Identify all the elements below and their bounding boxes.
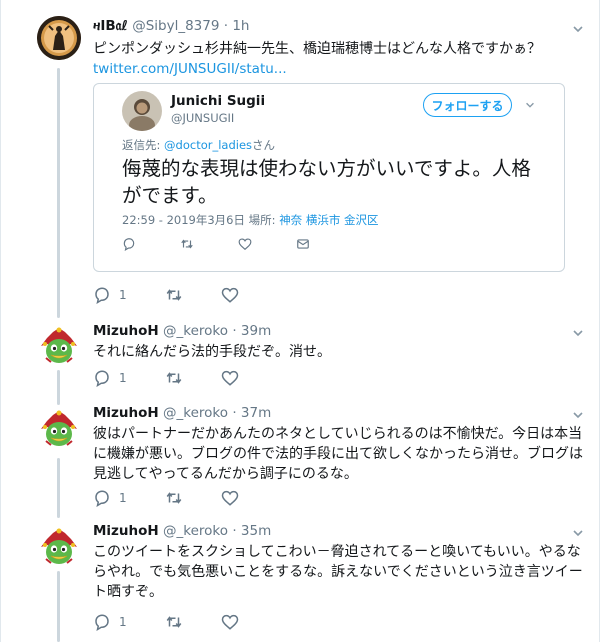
- separator-dot: ·: [232, 405, 237, 421]
- like-icon: [221, 287, 238, 303]
- display-name[interactable]: MizuhoH: [93, 523, 159, 539]
- retweet-icon: [181, 239, 193, 249]
- chevron-down-icon[interactable]: [571, 326, 585, 340]
- reply-icon: [95, 614, 109, 631]
- tweet-link[interactable]: twitter.com/JUNSUGII/statu...: [93, 61, 585, 77]
- timestamp[interactable]: 37m: [241, 405, 271, 421]
- like-icon: [238, 238, 252, 251]
- retweet-icon: [166, 289, 181, 301]
- handle[interactable]: @_keroko: [163, 523, 228, 539]
- tweet-header: MizuhoH @_keroko · 37m: [93, 404, 585, 422]
- retweet-button[interactable]: [180, 237, 238, 251]
- handle[interactable]: @Sibyl_8379: [132, 18, 219, 34]
- tweet-text: 彼はパートナーだかあんたのネタとしていじられるのは不愉快だ。今日は本当に機嫌が悪…: [93, 426, 583, 482]
- avatar[interactable]: [37, 324, 81, 368]
- avatar[interactable]: [37, 525, 81, 569]
- like-button[interactable]: [221, 369, 239, 387]
- display-name[interactable]: MizuhoH: [93, 405, 159, 421]
- retweet-button[interactable]: [165, 613, 183, 631]
- tweet-text: ピンポンダッシュ杉井純一先生、橋迫瑞穂博士はどんな人格ですかぁ？: [93, 41, 541, 57]
- reply-suffix: さん: [252, 138, 276, 152]
- tweet-actions: 1: [93, 368, 277, 388]
- chevron-down-icon[interactable]: [524, 99, 536, 111]
- chevron-down-icon[interactable]: [571, 22, 585, 36]
- retweet-button[interactable]: [165, 286, 183, 304]
- reply-count: 1: [119, 288, 127, 302]
- avatar-image: [37, 16, 81, 60]
- handle[interactable]: @JUNSUGII: [171, 111, 234, 125]
- reply-button[interactable]: 1: [93, 489, 127, 507]
- mail-icon: [297, 239, 309, 249]
- tweet[interactable]: ዛIB𝔞ℓ @Sibyl_8379 · 1h ピンポンダッシュ杉井純一先生、橋迫…: [1, 0, 600, 318]
- avatar-image: [37, 324, 81, 368]
- timestamp[interactable]: 39m: [241, 323, 271, 339]
- timestamp[interactable]: 1h: [232, 18, 249, 34]
- display-name[interactable]: MizuhoH: [93, 323, 159, 339]
- avatar-image: [37, 407, 81, 451]
- quoted-tweet-text: 侮蔑的な表現は使わない方がいいですよ。人格がでます。: [122, 157, 531, 207]
- retweet-icon: [166, 616, 181, 628]
- like-icon: [221, 370, 238, 386]
- like-icon: [221, 490, 238, 506]
- reply-button[interactable]: [122, 237, 180, 251]
- tweet-header: MizuhoH @_keroko · 39m: [93, 322, 585, 340]
- handle[interactable]: @_keroko: [163, 323, 228, 339]
- chevron-down-icon[interactable]: [571, 526, 585, 540]
- reply-count: 1: [119, 491, 127, 505]
- quoted-tweet-actions: [122, 237, 354, 251]
- chevron-down-icon[interactable]: [571, 408, 585, 422]
- separator-dot: ·: [232, 523, 237, 539]
- avatar-image: [122, 91, 162, 131]
- tweet[interactable]: MizuhoH @_keroko · 35m このツイートをスクショしてこわい－…: [1, 522, 600, 642]
- separator-dot: ·: [223, 18, 229, 34]
- reply-button[interactable]: 1: [93, 369, 127, 387]
- tweet[interactable]: MizuhoH @_keroko · 37m 彼はパートナーだかあんたのネタとし…: [1, 404, 600, 516]
- reply-icon: [123, 238, 135, 251]
- reply-count: 1: [119, 615, 127, 629]
- handle[interactable]: @_keroko: [163, 405, 228, 421]
- tweet-header: MizuhoH @_keroko · 35m: [93, 522, 585, 540]
- tweet-actions: 1: [93, 285, 277, 305]
- like-button[interactable]: [238, 237, 296, 251]
- display-name[interactable]: Junichi Sugii: [171, 93, 265, 109]
- direct-message-button[interactable]: [296, 237, 354, 251]
- like-button[interactable]: [221, 286, 239, 304]
- tweet-actions: 1: [93, 488, 277, 508]
- quoted-tweet-card[interactable]: Junichi Sugii @JUNSUGII フォローする 返信先: @doc…: [93, 83, 565, 272]
- like-button[interactable]: [221, 489, 239, 507]
- reply-context: 返信先: @doctor_ladiesさん: [122, 137, 275, 153]
- reply-prefix: 返信先:: [122, 138, 165, 152]
- like-button[interactable]: [221, 613, 239, 631]
- tweet[interactable]: MizuhoH @_keroko · 39m それに絡んだら法的手段だぞ。消せ。…: [1, 318, 600, 396]
- display-name[interactable]: ዛIB𝔞ℓ: [93, 18, 128, 34]
- meta-timestamp: 22:59 - 2019年3月6日 場所:: [122, 213, 280, 227]
- separator-dot: ·: [232, 323, 237, 339]
- reply-button[interactable]: 1: [93, 286, 127, 304]
- reply-count: 1: [119, 371, 127, 385]
- retweet-button[interactable]: [165, 369, 183, 387]
- follow-button[interactable]: フォローする: [423, 93, 512, 117]
- avatar[interactable]: [122, 91, 162, 131]
- retweet-icon: [166, 372, 181, 384]
- tweet-header: ዛIB𝔞ℓ @Sibyl_8379 · 1h: [93, 17, 585, 35]
- like-icon: [221, 614, 238, 630]
- retweet-icon: [166, 492, 181, 504]
- avatar-image: [37, 525, 81, 569]
- tweet-text: このツイートをスクショしてこわい－脅迫されてるーと喚いてもいい。やるならやれ。で…: [93, 544, 583, 600]
- tweet-text: それに絡んだら法的手段だぞ。消せ。: [93, 344, 331, 360]
- location-link[interactable]: 神奈 横浜市 金沢区: [279, 213, 378, 227]
- reply-mention-link[interactable]: @doctor_ladies: [164, 138, 252, 152]
- retweet-button[interactable]: [165, 489, 183, 507]
- avatar[interactable]: [37, 407, 81, 451]
- reply-icon: [95, 490, 109, 507]
- reply-button[interactable]: 1: [93, 613, 127, 631]
- avatar[interactable]: [37, 16, 81, 60]
- tweet-actions: 1: [93, 612, 277, 632]
- timestamp[interactable]: 35m: [241, 523, 271, 539]
- reply-icon: [95, 287, 109, 304]
- tweet-meta: 22:59 - 2019年3月6日 場所: 神奈 横浜市 金沢区: [122, 212, 379, 228]
- conversation-timeline: ዛIB𝔞ℓ @Sibyl_8379 · 1h ピンポンダッシュ杉井純一先生、橋迫…: [0, 0, 600, 642]
- reply-icon: [95, 370, 109, 387]
